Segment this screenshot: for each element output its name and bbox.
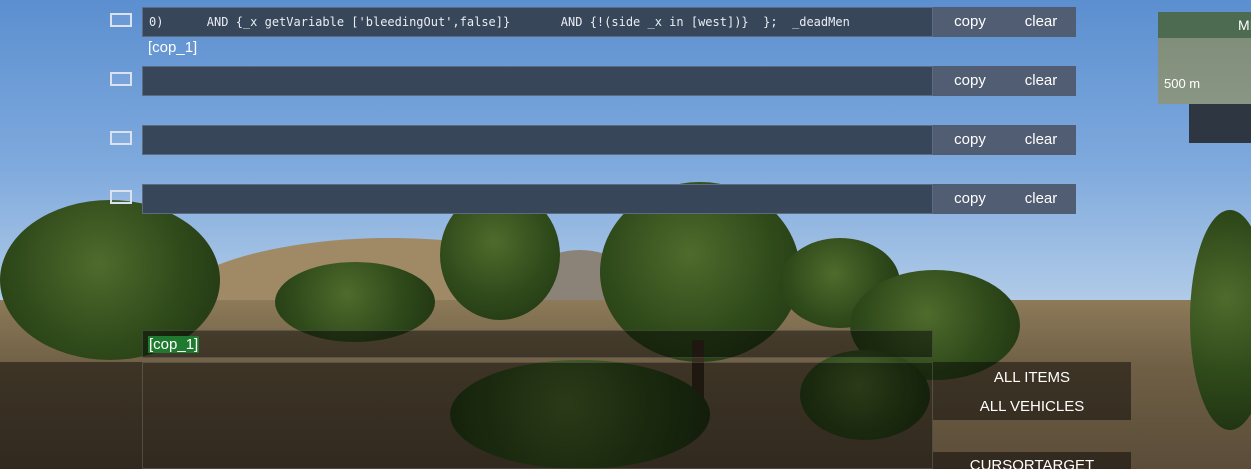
result-tag: [cop_1] — [148, 39, 198, 56]
watch-checkbox[interactable] — [110, 131, 132, 145]
selected-target-tag[interactable]: [cop_1] — [148, 336, 200, 353]
minimap-scale: 500 m — [1164, 76, 1201, 91]
left-dark-panel — [0, 362, 142, 469]
output-area — [142, 362, 933, 469]
copy-button[interactable]: copy — [935, 66, 1005, 96]
expression-field[interactable]: 0) AND {_x getVariable ['bleedingOut',fa… — [142, 7, 933, 37]
list-item-all-vehicles[interactable]: ALL VEHICLES — [933, 398, 1131, 415]
expression-field[interactable] — [142, 184, 933, 214]
clear-button[interactable]: clear — [1006, 184, 1076, 214]
clear-button[interactable]: clear — [1006, 125, 1076, 155]
row-buttons: copy clear — [933, 7, 1076, 37]
expression-field[interactable] — [142, 125, 933, 155]
list-item-cursortarget[interactable]: CURSORTARGET — [933, 457, 1131, 474]
list-item-all-items[interactable]: ALL ITEMS — [933, 369, 1131, 386]
expression-field[interactable] — [142, 66, 933, 96]
minimap[interactable]: MI 500 m — [1158, 12, 1251, 104]
minimap-header: MI — [1158, 12, 1251, 38]
copy-button[interactable]: copy — [935, 7, 1005, 37]
row-buttons: copy clear — [933, 66, 1076, 96]
watch-checkbox[interactable] — [110, 72, 132, 86]
copy-button[interactable]: copy — [935, 125, 1005, 155]
clear-button[interactable]: clear — [1006, 66, 1076, 96]
minimap-panel — [1189, 104, 1251, 143]
watch-checkbox[interactable] — [110, 190, 132, 204]
target-bar — [142, 330, 933, 358]
watch-checkbox[interactable] — [110, 13, 132, 27]
copy-button[interactable]: copy — [935, 184, 1005, 214]
clear-button[interactable]: clear — [1006, 7, 1076, 37]
row-buttons: copy clear — [933, 184, 1076, 214]
row-buttons: copy clear — [933, 125, 1076, 155]
